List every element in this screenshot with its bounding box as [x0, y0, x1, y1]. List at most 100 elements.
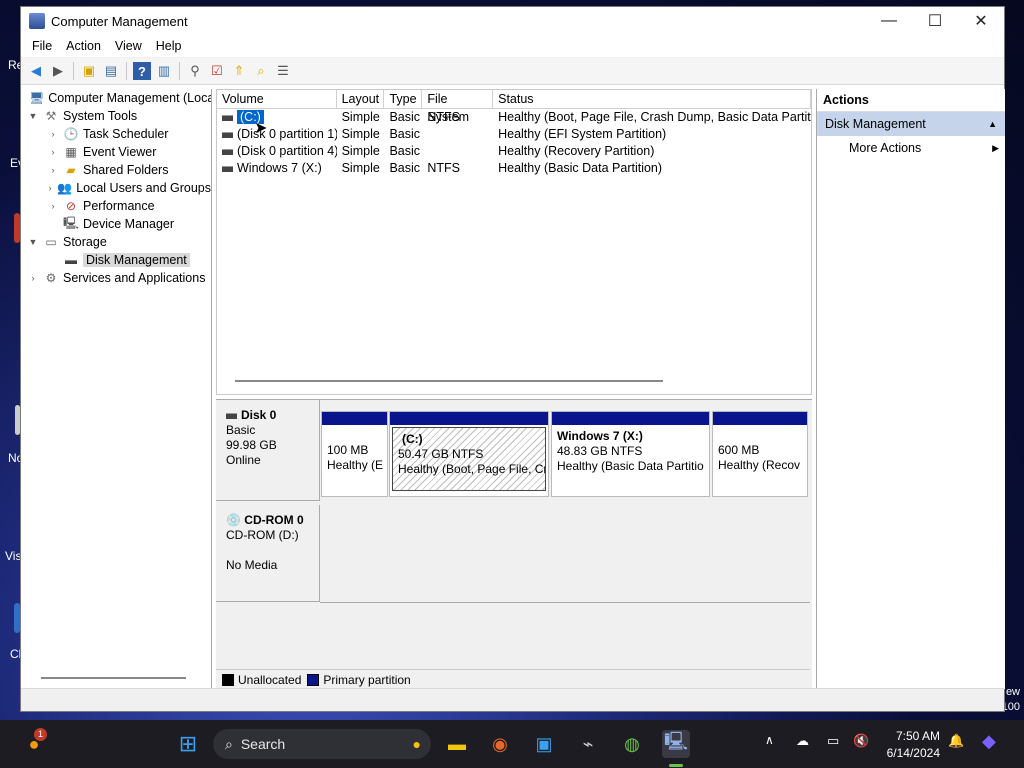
- cdrom-state: No Media: [226, 558, 278, 572]
- chevron-right-icon[interactable]: ›: [47, 129, 59, 139]
- partition-status: Healthy (Boot, Page File, Cr: [398, 462, 546, 476]
- chevron-right-icon[interactable]: ›: [27, 273, 39, 283]
- chevron-right-icon[interactable]: ›: [47, 183, 53, 193]
- taskbar-search[interactable]: ⌕ Search ●: [213, 729, 431, 759]
- volume-name: (Disk 0 partition 4): [237, 144, 337, 158]
- chevron-down-icon[interactable]: ▼: [27, 237, 39, 247]
- table-row[interactable]: (Disk 0 partition 4) Simple Basic Health…: [217, 143, 811, 160]
- tree-item-local-users[interactable]: › 👥 Local Users and Groups: [21, 179, 211, 197]
- more-actions-item[interactable]: More Actions ▶: [817, 136, 1005, 160]
- cdrom-icon: 💿: [226, 513, 241, 527]
- chevron-right-icon[interactable]: ›: [47, 165, 59, 175]
- store-icon[interactable]: ▣: [530, 730, 558, 758]
- tree-item-storage[interactable]: ▼ ▭ Storage: [21, 233, 211, 251]
- event-viewer-icon: ▦: [65, 145, 77, 159]
- status-bar: [21, 688, 1004, 711]
- partition-recovery[interactable]: 600 MB Healthy (Recov: [712, 411, 808, 497]
- partition-status: Healthy (Recov: [718, 458, 801, 472]
- network-app-icon[interactable]: ◍: [618, 730, 646, 758]
- notifications-bell-icon[interactable]: 🔔: [948, 733, 964, 749]
- cdrom-0-label[interactable]: 💿 CD-ROM 0 CD-ROM (D:) No Media: [216, 505, 320, 602]
- title-bar[interactable]: Computer Management — ☐ ✕: [21, 7, 1004, 35]
- table-row[interactable]: (Disk 0 partition 1) Simple Basic Health…: [217, 126, 811, 143]
- tree-item-performance[interactable]: › ⊘ Performance: [21, 197, 211, 215]
- volume-muted-icon[interactable]: 🔇: [853, 733, 869, 749]
- back-arrow-icon[interactable]: ◀: [27, 62, 45, 80]
- menu-view[interactable]: View: [108, 39, 149, 53]
- clock-time: 7:50 AM: [895, 729, 940, 743]
- column-header-file-system[interactable]: File System: [422, 90, 494, 124]
- usb-drive-icon[interactable]: ⌁: [574, 730, 602, 758]
- disk-icon: ▬: [65, 253, 77, 267]
- partition-windows7[interactable]: Windows 7 (X:) 48.83 GB NTFS Healthy (Ba…: [551, 411, 710, 497]
- copilot-icon[interactable]: ◆: [982, 731, 996, 752]
- partition-bar: [713, 412, 807, 425]
- actions-section-disk-management[interactable]: Disk Management ▲: [817, 112, 1005, 136]
- tree-item-shared-folders[interactable]: › ▰ Shared Folders: [21, 161, 211, 179]
- list-icon[interactable]: ☰: [274, 62, 292, 80]
- menu-help[interactable]: Help: [149, 39, 189, 53]
- tree-label: Performance: [83, 199, 155, 213]
- connect-icon[interactable]: ⚲: [186, 62, 204, 80]
- horizontal-scrollbar[interactable]: [235, 380, 663, 382]
- tree-item-device-manager[interactable]: 🖳 Device Manager: [21, 215, 211, 233]
- search-highlight-icon: ●: [412, 736, 421, 752]
- table-row[interactable]: Windows 7 (X:) Simple Basic NTFS Healthy…: [217, 160, 811, 177]
- tree-item-services[interactable]: › ⚙ Services and Applications: [21, 269, 211, 287]
- computer-management-taskbar-icon[interactable]: 🖳: [662, 730, 690, 758]
- start-button-icon[interactable]: ⊞: [174, 730, 202, 758]
- search-folder-icon[interactable]: ⌕: [252, 62, 270, 80]
- volume-type: Basic: [389, 127, 421, 141]
- partition-size: 100 MB: [327, 443, 369, 457]
- table-row[interactable]: (C:) Simple Basic NTFS Healthy (Boot, Pa…: [217, 109, 811, 126]
- partition-status: Healthy (Basic Data Partitio: [557, 459, 704, 473]
- computer-management-icon: [29, 13, 45, 29]
- disk-0-label[interactable]: Disk 0 Basic 99.98 GB Online: [216, 400, 320, 501]
- partition-c[interactable]: (C:) 50.47 GB NTFS Healthy (Boot, Page F…: [389, 411, 549, 497]
- up-folder-icon[interactable]: ▣: [80, 62, 98, 80]
- partition-size: 600 MB: [718, 443, 760, 457]
- clock[interactable]: 7:50 AM 6/14/2024: [887, 728, 940, 762]
- close-button[interactable]: ✕: [958, 7, 1004, 35]
- column-header-status[interactable]: Status: [493, 90, 811, 108]
- forward-arrow-icon[interactable]: ▶: [49, 62, 67, 80]
- volume-layout: Simple: [341, 144, 380, 158]
- column-header-type[interactable]: Type: [384, 90, 423, 108]
- tree-item-root[interactable]: 🖥 Computer Management (Local: [21, 89, 211, 107]
- clock-date: 6/14/2024: [886, 746, 940, 760]
- column-header-layout[interactable]: Layout: [337, 90, 385, 108]
- onedrive-icon[interactable]: ☁: [796, 733, 809, 749]
- chevron-down-icon[interactable]: ▼: [27, 111, 39, 121]
- horizontal-scrollbar[interactable]: [41, 677, 186, 679]
- partition-size: 48.83 GB NTFS: [557, 444, 643, 458]
- file-explorer-icon[interactable]: ▬: [443, 730, 471, 758]
- check-icon[interactable]: ☑: [208, 62, 226, 80]
- tree-label: System Tools: [63, 109, 138, 123]
- chevron-up-icon[interactable]: ∧: [765, 733, 774, 747]
- collapse-icon[interactable]: ▲: [988, 112, 1005, 136]
- menu-action[interactable]: Action: [59, 39, 108, 53]
- actions-pane: Actions Disk Management ▲ More Actions ▶: [816, 89, 1005, 689]
- tree-item-disk-management[interactable]: ▬ Disk Management: [21, 251, 211, 269]
- column-header-volume[interactable]: Volume: [217, 90, 337, 108]
- maximize-button[interactable]: ☐: [912, 7, 958, 35]
- tree-label: Task Scheduler: [83, 127, 169, 141]
- partition-efi[interactable]: 100 MB Healthy (E: [321, 411, 388, 497]
- chevron-right-icon[interactable]: ›: [47, 201, 59, 211]
- toolbar-separator: [126, 62, 127, 80]
- menu-file[interactable]: File: [25, 39, 59, 53]
- firefox-icon[interactable]: ◉: [486, 730, 514, 758]
- disk-type: Basic: [226, 423, 256, 437]
- help-icon[interactable]: ?: [133, 62, 151, 80]
- folder-up-icon[interactable]: ⇑: [230, 62, 248, 80]
- submenu-arrow-icon: ▶: [992, 143, 999, 153]
- minimize-button[interactable]: —: [866, 7, 912, 35]
- show-hide-tree-icon[interactable]: ▤: [102, 62, 120, 80]
- properties-icon[interactable]: ▥: [155, 62, 173, 80]
- display-icon[interactable]: ▭: [827, 733, 839, 749]
- tree-item-task-scheduler[interactable]: › 🕒 Task Scheduler: [21, 125, 211, 143]
- chevron-right-icon[interactable]: ›: [47, 147, 59, 157]
- tree-item-event-viewer[interactable]: › ▦ Event Viewer: [21, 143, 211, 161]
- cdrom-type: CD-ROM (D:): [226, 528, 299, 542]
- tree-item-system-tools[interactable]: ▼ ⚒ System Tools: [21, 107, 211, 125]
